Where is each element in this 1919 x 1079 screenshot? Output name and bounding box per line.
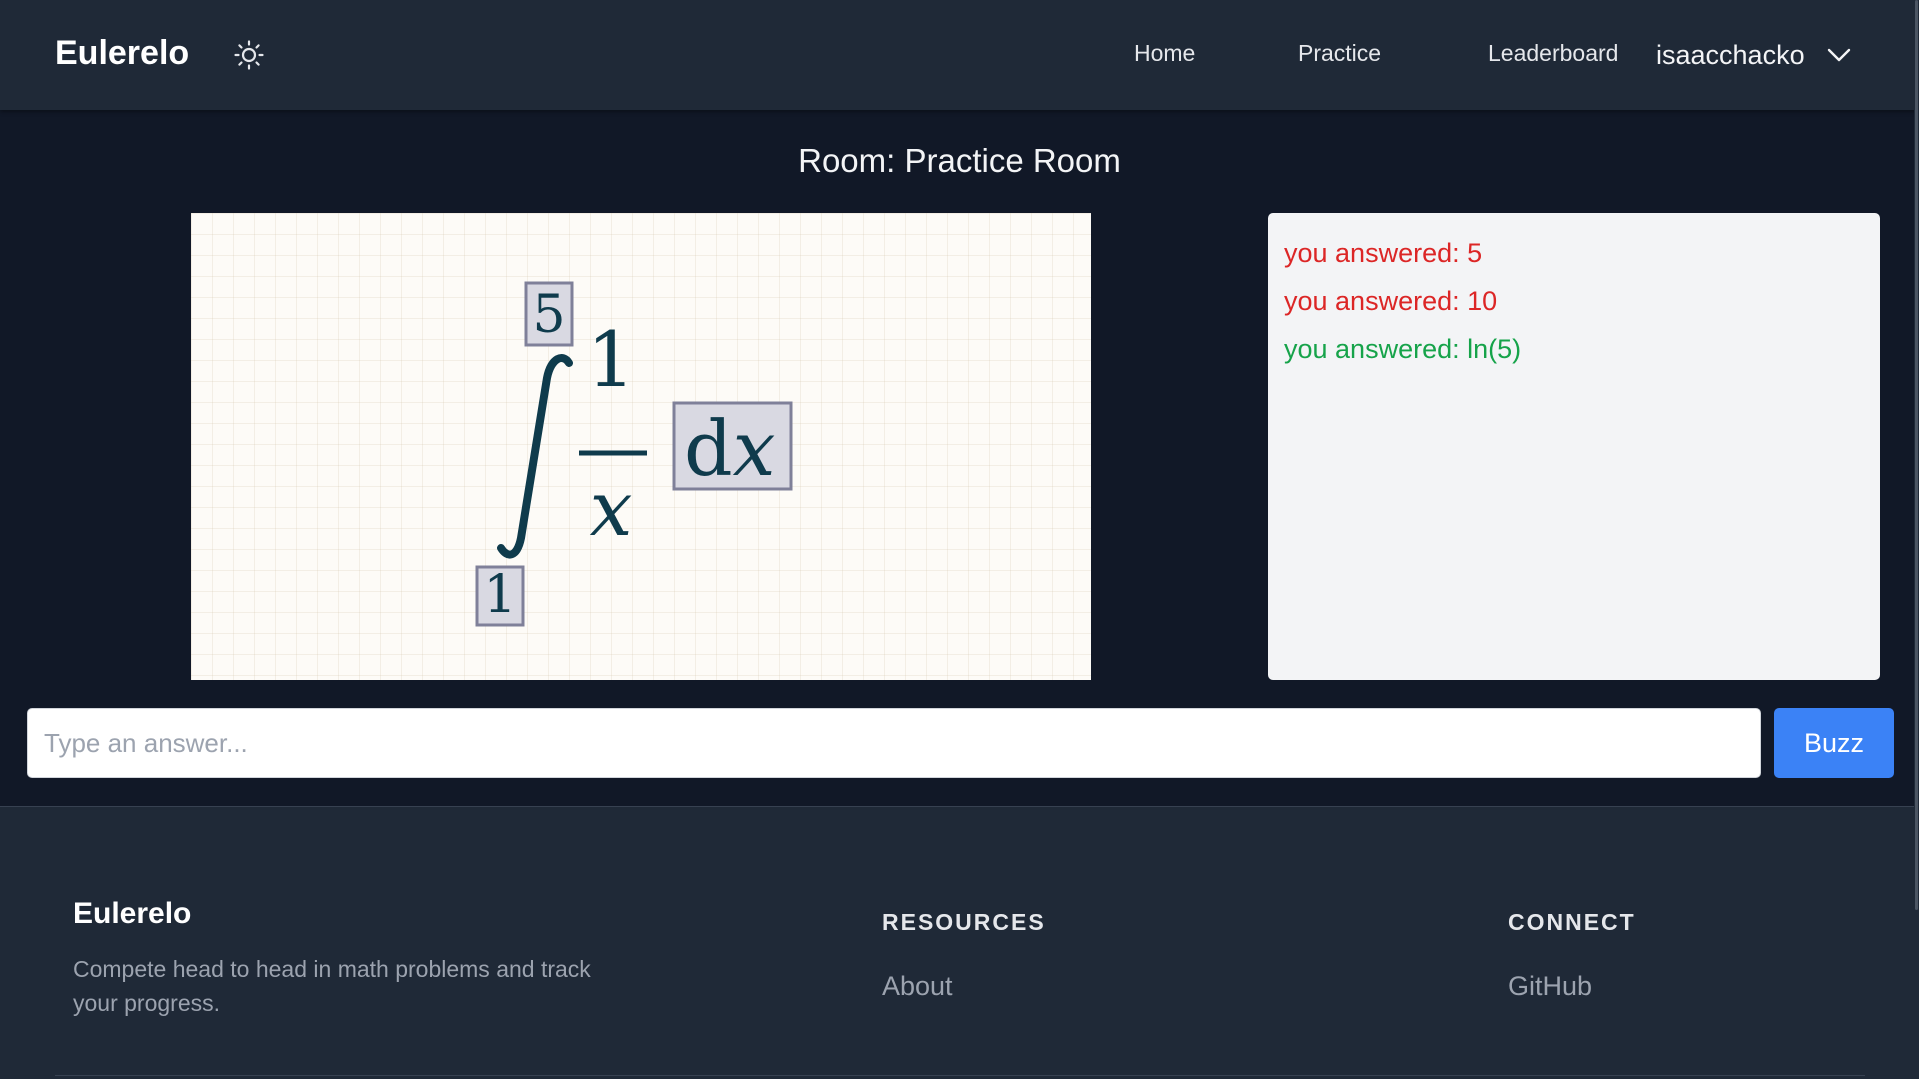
nav-leaderboard-link[interactable]: Leaderboard [1488,40,1618,67]
footer-resources-heading: RESOURCES [882,909,1046,935]
footer-divider [55,1075,1865,1076]
integral-expression: 5 1 1 x dx [475,281,793,627]
upper-limit: 5 [532,285,565,345]
nav-home-link[interactable]: Home [1134,40,1195,67]
footer-github-link[interactable]: GitHub [1508,971,1592,1002]
fraction-denominator: x [590,464,633,553]
footer-connect-heading: CONNECT [1508,909,1636,935]
sun-icon[interactable] [232,38,266,72]
footer-brand: Eulerelo [73,897,192,930]
integral-sign [497,354,573,559]
lower-limit: 1 [483,565,516,625]
brand-logo[interactable]: Eulerelo [55,34,189,73]
footer-about-link[interactable]: About [882,971,953,1002]
differential-var: x [733,404,776,493]
chevron-down-icon[interactable] [1827,48,1851,62]
feed-item: you answered: ln(5) [1284,334,1522,364]
answer-feed: you answered: 5 you answered: 10 you ans… [1268,213,1880,680]
problem-image: 5 1 1 x dx [191,213,1091,680]
footer-tagline: Compete head to head in math problems an… [73,956,591,1016]
answer-input[interactable] [27,708,1761,778]
scrollbar-thumb[interactable] [1915,0,1918,910]
nav-practice-link[interactable]: Practice [1298,40,1381,67]
feed-item: you answered: 5 [1284,238,1483,268]
username-label: isaacchacko [1656,39,1805,70]
buzz-button[interactable]: Buzz [1774,708,1894,778]
differential: dx [684,404,776,493]
footer: Eulerelo Compete head to head in math pr… [0,806,1919,1079]
room-title: Room: Practice Room [798,142,1121,179]
user-menu[interactable]: isaacchacko [1656,38,1851,72]
top-nav-bar: Eulerelo Home Practice Leaderboard isaac… [0,0,1919,110]
feed-item: you answered: 10 [1284,286,1498,316]
fraction-numerator: 1 [587,315,635,404]
differential-d: d [684,404,733,493]
